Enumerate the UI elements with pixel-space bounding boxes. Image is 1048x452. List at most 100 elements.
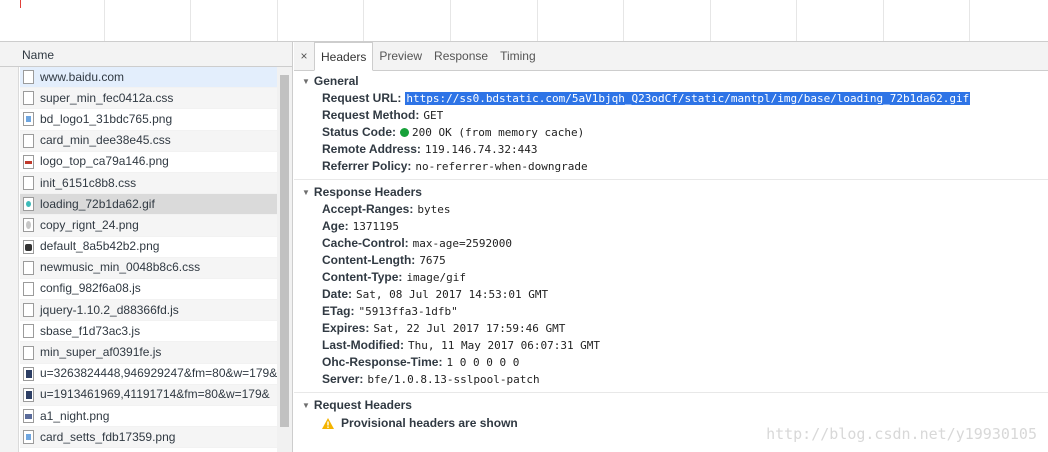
request-name: default_8a5b42b2.png bbox=[40, 239, 160, 254]
request-row[interactable]: bd_logo1_31bdc765.png bbox=[20, 109, 277, 131]
header-key: Content-Type: bbox=[322, 270, 403, 284]
timeline-gridline bbox=[190, 0, 191, 41]
response-header-row: Last-Modified: Thu, 11 May 2017 06:07:31 … bbox=[294, 337, 1048, 354]
request-row[interactable]: u=1913461969,41191714&fm=80&w=179& bbox=[20, 384, 277, 406]
request-row[interactable]: config_982f6a08.js bbox=[20, 279, 277, 301]
timeline-gridline bbox=[537, 0, 538, 41]
request-row[interactable]: u=3263824448,946929247&fm=80&w=179& bbox=[20, 364, 277, 385]
header-value: GET bbox=[423, 109, 444, 122]
request-name: sbase_f1d73ac3.js bbox=[40, 323, 141, 338]
request-row[interactable]: a1_night.png bbox=[20, 406, 277, 428]
css-file-icon bbox=[23, 91, 34, 106]
request-name: config_982f6a08.js bbox=[40, 281, 141, 296]
request-row[interactable]: default_8a5b42b2.png bbox=[20, 237, 277, 258]
header-value: 200 OK (from memory cache) bbox=[412, 126, 585, 139]
header-value: max-age=2592000 bbox=[412, 237, 513, 250]
header-value: bytes bbox=[417, 203, 451, 216]
css-file-icon bbox=[23, 260, 34, 275]
response-header-row: Date: Sat, 08 Jul 2017 14:53:01 GMT bbox=[294, 286, 1048, 303]
response-header-row: Age: 1371195 bbox=[294, 218, 1048, 235]
request-row[interactable]: newmusic_min_0048b8c6.css bbox=[20, 257, 277, 279]
header-value: 119.146.74.32:443 bbox=[424, 143, 538, 156]
header-key: Accept-Ranges: bbox=[322, 202, 414, 216]
scrollbar-thumb[interactable] bbox=[280, 75, 289, 427]
response-header-row: Expires: Sat, 22 Jul 2017 17:59:46 GMT bbox=[294, 320, 1048, 337]
response-header-row: Server: bfe/1.0.8.13-sslpool-patch bbox=[294, 371, 1048, 388]
timeline-gridline bbox=[969, 0, 970, 41]
list-gutter bbox=[0, 67, 19, 452]
header-value: 7675 bbox=[419, 254, 446, 267]
header-key: Request Method: bbox=[322, 108, 420, 122]
header-value: Sat, 22 Jul 2017 17:59:46 GMT bbox=[373, 322, 566, 335]
request-row[interactable]: init_6151c8b8.css bbox=[20, 172, 277, 195]
image-file-icon bbox=[23, 112, 34, 127]
header-key: Server: bbox=[322, 372, 364, 386]
expand-triangle-icon: ▼ bbox=[302, 188, 310, 197]
request-row[interactable]: min_super_af0391fe.js bbox=[20, 342, 277, 364]
response-header-row: Content-Type: image/gif bbox=[294, 269, 1048, 286]
request-name: loading_72b1da62.gif bbox=[40, 196, 155, 211]
request-name: copy_rignt_24.png bbox=[40, 217, 139, 232]
request-row[interactable]: logo_top_ca79a146.png bbox=[20, 152, 277, 173]
request-row[interactable]: loading_72b1da62.gif bbox=[20, 194, 277, 216]
gif-file-icon bbox=[23, 197, 34, 212]
script-file-icon bbox=[23, 281, 34, 296]
request-url-value[interactable]: https://ss0.bdstatic.com/5aV1bjqh_Q23odC… bbox=[405, 92, 971, 105]
general-section-header[interactable]: ▼ General bbox=[294, 73, 1048, 90]
header-value: 1371195 bbox=[352, 220, 400, 233]
header-key: Content-Length: bbox=[322, 253, 416, 267]
header-value: 1 0 0 0 0 0 bbox=[446, 356, 520, 369]
request-row[interactable]: jquery-1.10.2_d88366fd.js bbox=[20, 300, 277, 322]
warning-text: Provisional headers are shown bbox=[341, 416, 518, 430]
remote-address-row: Remote Address: 119.146.74.32:443 bbox=[294, 141, 1048, 158]
name-column-header[interactable]: Name bbox=[0, 42, 292, 67]
tab-headers[interactable]: Headers bbox=[314, 42, 374, 71]
response-headers-section-header[interactable]: ▼ Response Headers bbox=[294, 184, 1048, 201]
header-key: Status Code: bbox=[322, 125, 397, 139]
status-code-row: Status Code: 200 OK (from memory cache) bbox=[294, 124, 1048, 141]
request-row[interactable]: card_setts_fdb17359.png bbox=[20, 427, 277, 449]
response-header-row: Accept-Ranges: bytes bbox=[294, 201, 1048, 218]
request-url-row: Request URL: https://ss0.bdstatic.com/5aV… bbox=[294, 90, 1048, 107]
header-value: Sat, 08 Jul 2017 14:53:01 GMT bbox=[356, 288, 549, 301]
image-file-icon bbox=[23, 154, 34, 169]
watermark-text: http://blog.csdn.net/y19930105 bbox=[766, 425, 1037, 443]
request-row[interactable]: copy_rignt_24.png bbox=[20, 215, 277, 237]
request-row[interactable]: www.baidu.com bbox=[20, 67, 277, 89]
tab-response[interactable]: Response bbox=[428, 42, 494, 70]
section-title: Request Headers bbox=[313, 398, 412, 412]
request-list-scrollbar[interactable] bbox=[277, 67, 292, 452]
close-icon[interactable]: × bbox=[294, 42, 314, 70]
header-key: Date: bbox=[322, 287, 353, 301]
header-key: ETag: bbox=[322, 304, 355, 318]
image-file-icon bbox=[23, 387, 34, 402]
timeline-gridline bbox=[796, 0, 797, 41]
timeline-overview[interactable] bbox=[0, 0, 1048, 42]
request-name: www.baidu.com bbox=[40, 69, 125, 84]
request-headers-section-header[interactable]: ▼ Request Headers bbox=[294, 397, 1048, 414]
tab-timing[interactable]: Timing bbox=[494, 42, 542, 70]
timeline-gridline bbox=[363, 0, 364, 41]
timeline-dom-marker bbox=[20, 0, 21, 8]
request-row[interactable]: super_min_fec0412a.css bbox=[20, 88, 277, 110]
image-file-icon bbox=[23, 409, 34, 424]
response-header-row: Content-Length: 7675 bbox=[294, 252, 1048, 269]
document-icon bbox=[23, 70, 34, 85]
request-name: init_6151c8b8.css bbox=[40, 175, 137, 190]
tab-preview[interactable]: Preview bbox=[373, 42, 428, 70]
timeline-gridline bbox=[710, 0, 711, 41]
header-value: Thu, 11 May 2017 06:07:31 GMT bbox=[408, 339, 601, 352]
header-key: Ohc-Response-Time: bbox=[322, 355, 443, 369]
response-header-row: Cache-Control: max-age=2592000 bbox=[294, 235, 1048, 252]
header-value: no-referrer-when-downgrade bbox=[415, 160, 588, 173]
header-value: "5913ffa3-1dfb" bbox=[358, 305, 458, 318]
css-file-icon bbox=[23, 133, 34, 148]
expand-triangle-icon: ▼ bbox=[302, 77, 310, 86]
details-tab-bar: × Headers Preview Response Timing bbox=[294, 42, 1048, 71]
request-row[interactable]: sbase_f1d73ac3.js bbox=[20, 321, 277, 343]
header-value: bfe/1.0.8.13-sslpool-patch bbox=[367, 373, 540, 386]
header-value: image/gif bbox=[406, 271, 467, 284]
timeline-gridline bbox=[104, 0, 105, 41]
section-title: Response Headers bbox=[313, 185, 422, 199]
request-row[interactable]: card_min_dee38e45.css bbox=[20, 130, 277, 152]
